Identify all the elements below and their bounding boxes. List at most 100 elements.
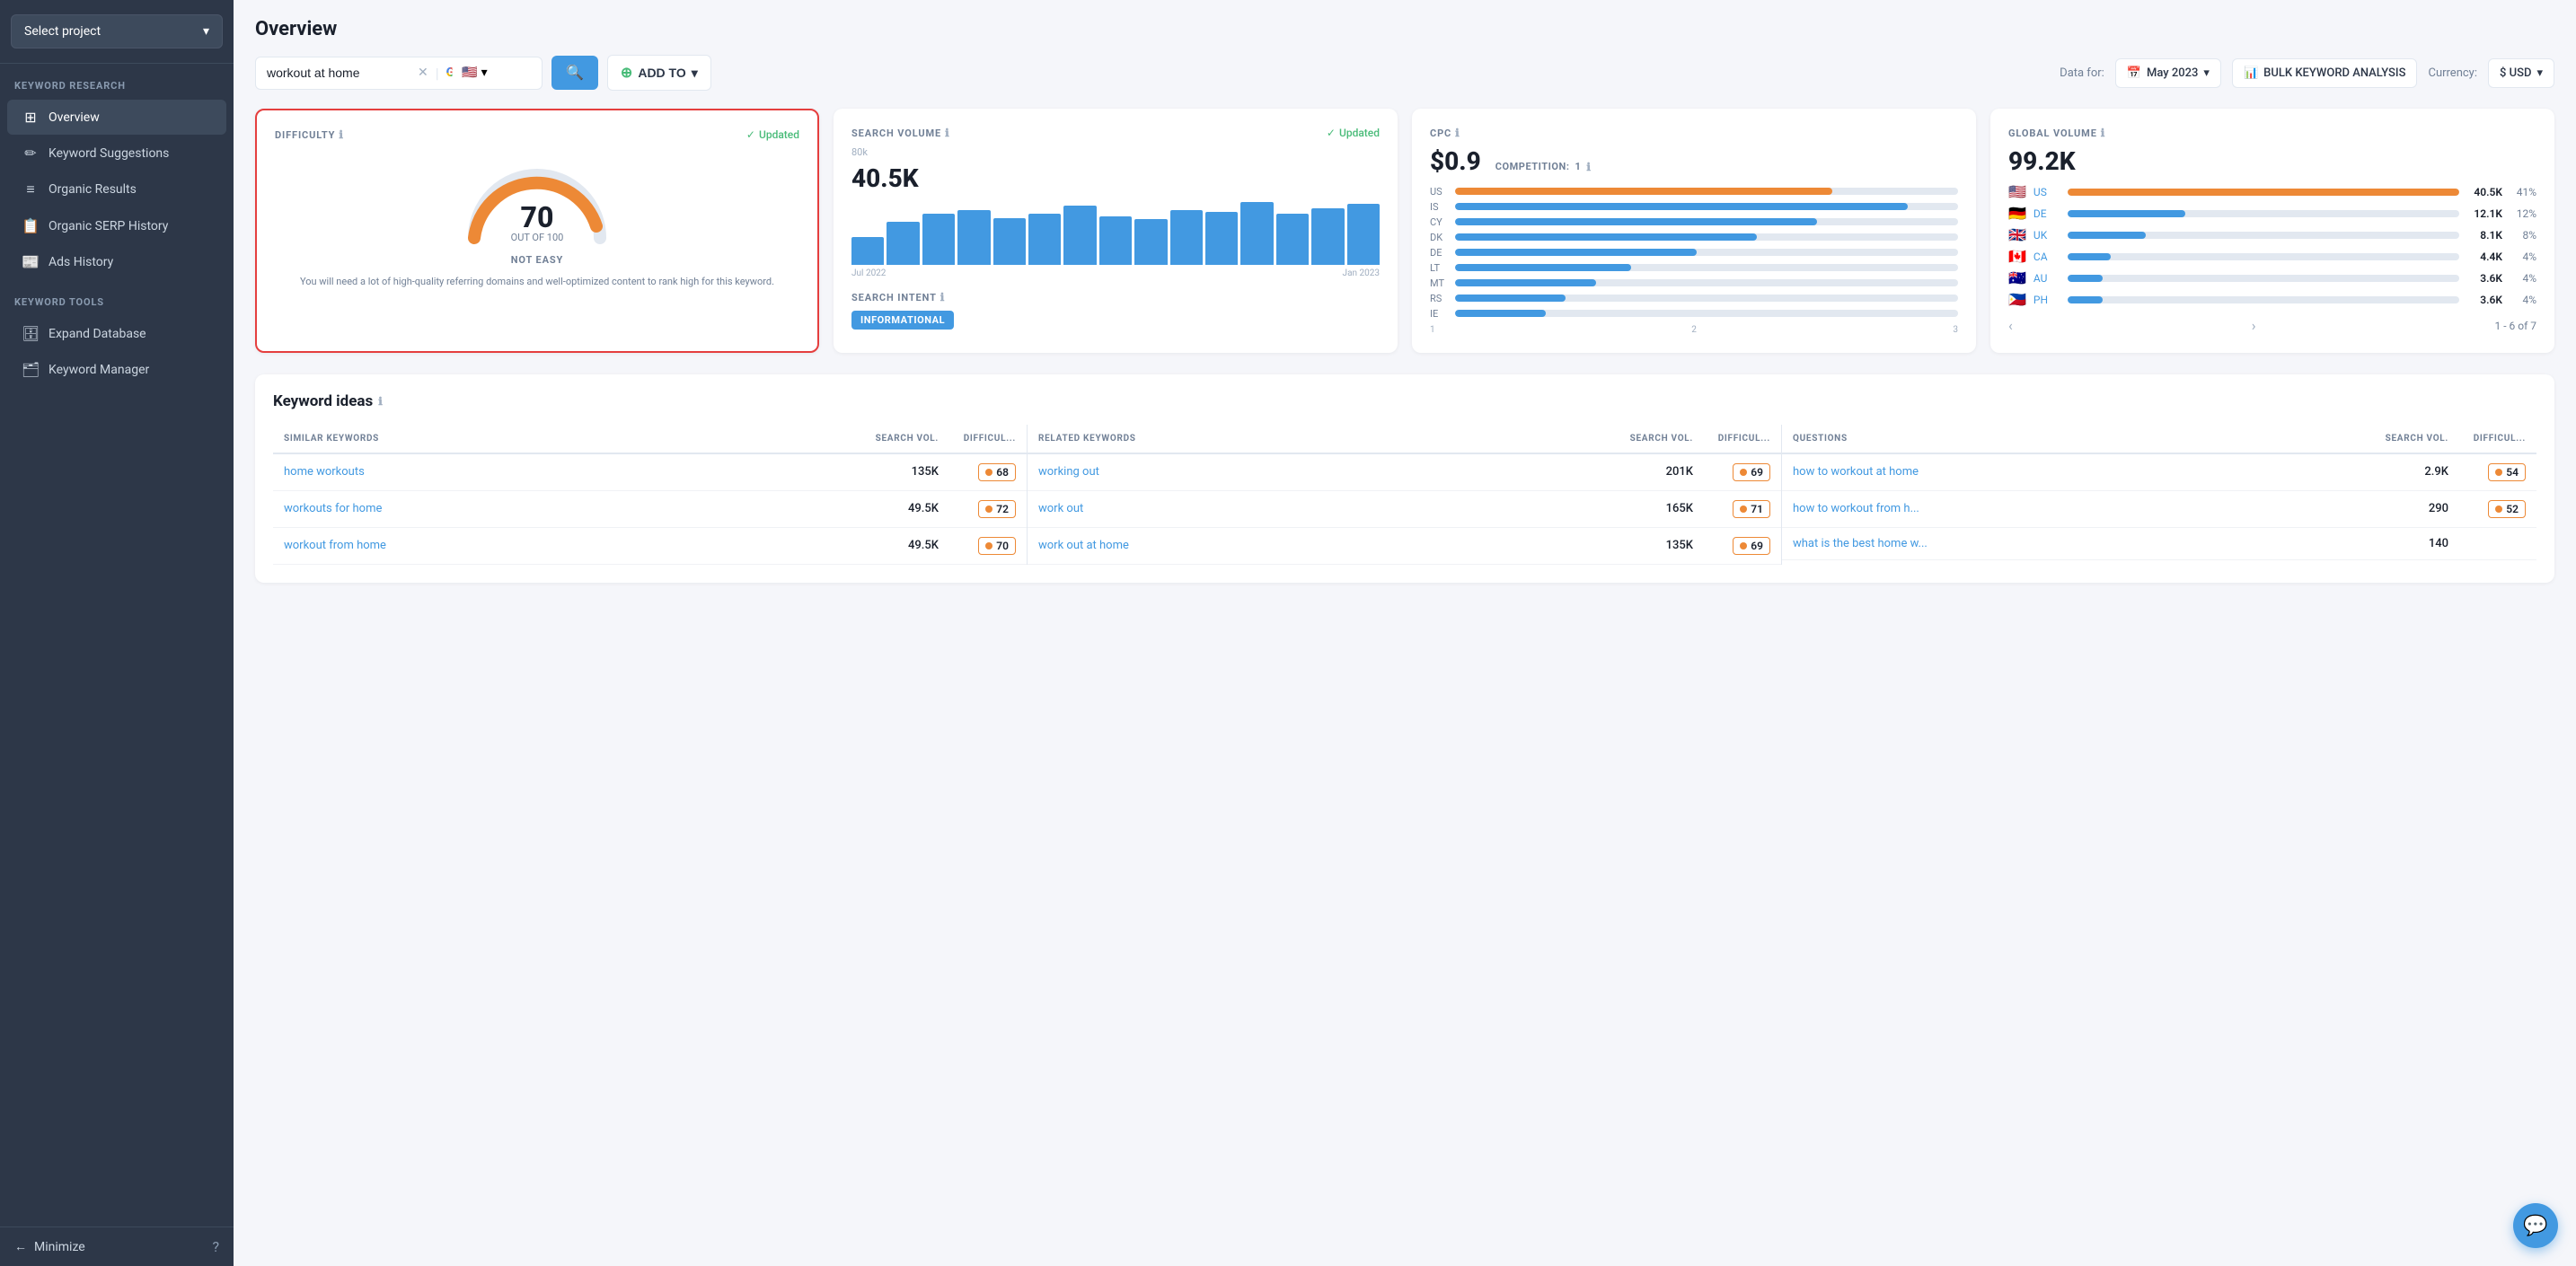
cpc-card: CPC ℹ $0.9 COMPETITION: 1 ℹ US IS CY — [1412, 109, 1976, 353]
clear-button[interactable]: ✕ — [418, 66, 428, 80]
country-code[interactable]: UK — [2033, 229, 2060, 242]
country-code: RS — [1430, 293, 1448, 304]
bar — [1099, 216, 1132, 265]
info-icon[interactable]: ℹ — [1455, 127, 1460, 139]
date-selector[interactable]: 📅 May 2023 ▾ — [2115, 58, 2221, 88]
axis-label: 3 — [1953, 325, 1958, 335]
keyword-volume: 140 — [2377, 537, 2448, 550]
search-input[interactable] — [267, 66, 410, 80]
country-code[interactable]: CA — [2033, 251, 2060, 263]
country-bar-fill — [1455, 188, 1832, 195]
sidebar-item-organic-results[interactable]: ≡ Organic Results — [7, 171, 226, 207]
keyword-tools-label: KEYWORD TOOLS — [0, 280, 234, 315]
country-bar-fill — [1455, 203, 1908, 210]
country-code[interactable]: DE — [2033, 207, 2060, 220]
project-select-btn[interactable]: Select project ▾ — [11, 14, 223, 48]
sidebar-item-organic-serp-history[interactable]: 📋 Organic SERP History — [7, 208, 226, 243]
info-icon[interactable]: ℹ — [945, 127, 949, 139]
keyword-volume: 165K — [1621, 502, 1693, 515]
gv-card-header: GLOBAL VOLUME ℹ — [2008, 127, 2536, 139]
gv-volume: 4.4K — [2466, 251, 2502, 263]
gv-bar-track — [2068, 189, 2459, 196]
keyword-link[interactable]: workouts for home — [284, 502, 861, 515]
cpc-country-row: CY — [1430, 216, 1958, 228]
country-code: MT — [1430, 277, 1448, 289]
bar — [957, 210, 990, 265]
gauge-container: 70 OUT OF 100 — [275, 148, 799, 247]
sidebar-item-keyword-suggestions[interactable]: ✏ Keyword Suggestions — [7, 136, 226, 171]
difficulty-card-header: DIFFICULTY ℹ ✓ Updated — [275, 128, 799, 141]
keyword-link[interactable]: workout from home — [284, 539, 861, 552]
country-code: IE — [1430, 308, 1448, 320]
add-to-label: ADD TO — [638, 66, 685, 80]
gv-title: GLOBAL VOLUME ℹ — [2008, 127, 2105, 139]
country-code: DE — [1430, 247, 1448, 259]
country-bar-fill — [1455, 233, 1757, 241]
add-to-button[interactable]: ⊕ ADD TO ▾ — [607, 55, 711, 91]
bar — [1205, 212, 1238, 266]
chat-bubble-button[interactable]: 💬 — [2513, 1203, 2558, 1248]
info-icon[interactable]: ℹ — [378, 395, 383, 408]
keyword-link[interactable]: what is the best home w... — [1793, 537, 2371, 550]
page-title: Overview — [255, 18, 2554, 40]
keyword-column: RELATED KEYWORDS SEARCH VOL. DIFFICUL...… — [1028, 425, 1782, 565]
gv-prev-button[interactable]: ‹ — [2008, 317, 2013, 334]
keyword-row: work out 165K 71 — [1028, 491, 1781, 528]
gv-bar-fill — [2068, 189, 2459, 196]
keyword-link[interactable]: how to workout at home — [1793, 465, 2371, 479]
minimize-button[interactable]: ← Minimize — [14, 1239, 85, 1254]
cpc-bars: US IS CY DK DE LT MT RS — [1430, 186, 1958, 320]
country-bar-track — [1455, 218, 1958, 225]
folder-icon: 🗂 — [22, 361, 40, 378]
chevron-down-icon: ▾ — [2203, 66, 2210, 80]
search-button[interactable]: 🔍 — [551, 56, 598, 90]
sidebar-item-ads-history[interactable]: 📰 Ads History — [7, 244, 226, 279]
sidebar-item-overview[interactable]: ⊞ Overview — [7, 100, 226, 135]
competition-row: COMPETITION: 1 ℹ — [1495, 161, 1592, 173]
bulk-keyword-analysis-button[interactable]: 📊 BULK KEYWORD ANALYSIS — [2232, 58, 2418, 88]
check-icon: ✓ — [746, 128, 755, 141]
gv-bar-track — [2068, 210, 2459, 217]
col-header-diff: DIFFICUL... — [1698, 434, 1770, 444]
ads-icon: 📰 — [22, 253, 40, 270]
keyword-link[interactable]: home workouts — [284, 465, 861, 479]
keyword-volume: 135K — [867, 465, 939, 479]
axis-label: 2 — [1691, 325, 1697, 335]
us-flag-icon: 🇺🇸 — [462, 66, 477, 80]
info-icon[interactable]: ℹ — [1586, 161, 1591, 173]
bar — [922, 214, 955, 265]
country-bar-track — [1455, 188, 1958, 195]
project-selector[interactable]: Select project ▾ — [0, 0, 234, 64]
country-code[interactable]: AU — [2033, 272, 2060, 285]
gv-next-button[interactable]: › — [2252, 317, 2256, 334]
bar — [1311, 208, 1344, 265]
country-bar-track — [1455, 233, 1958, 241]
country-code[interactable]: PH — [2033, 294, 2060, 306]
info-icon[interactable]: ℹ — [940, 291, 945, 303]
cpc-value: $0.9 — [1430, 146, 1481, 176]
help-icon[interactable]: ? — [212, 1238, 219, 1255]
keyword-link[interactable]: work out — [1038, 502, 1616, 515]
sidebar-item-keyword-manager[interactable]: 🗂 Keyword Manager — [7, 352, 226, 387]
sv-bar-chart — [851, 202, 1380, 265]
gv-bar-track — [2068, 275, 2459, 282]
sidebar-item-expand-database[interactable]: 🗄 Expand Database — [7, 316, 226, 351]
info-icon[interactable]: ℹ — [2101, 127, 2105, 139]
country-code[interactable]: US — [2033, 186, 2060, 198]
gv-percent: 8% — [2510, 229, 2536, 242]
grid-icon: ⊞ — [22, 109, 40, 126]
currency-selector[interactable]: $ USD ▾ — [2488, 58, 2554, 88]
country-bar-fill — [1455, 310, 1546, 317]
info-icon[interactable]: ℹ — [339, 128, 343, 141]
country-bar-track — [1455, 203, 1958, 210]
country-bar-fill — [1455, 295, 1566, 302]
keyword-link[interactable]: work out at home — [1038, 539, 1616, 552]
country-flag-icon: 🇵🇭 — [2008, 291, 2026, 308]
keyword-link[interactable]: working out — [1038, 465, 1616, 479]
col-header-diff: DIFFICUL... — [944, 434, 1016, 444]
keyword-link[interactable]: how to workout from h... — [1793, 502, 2371, 515]
edit-icon: ✏ — [22, 145, 40, 162]
keyword-volume: 49.5K — [867, 502, 939, 515]
sv-value: 40.5K — [851, 163, 1380, 193]
country-flag-select[interactable]: 🇺🇸 ▾ — [462, 66, 487, 80]
